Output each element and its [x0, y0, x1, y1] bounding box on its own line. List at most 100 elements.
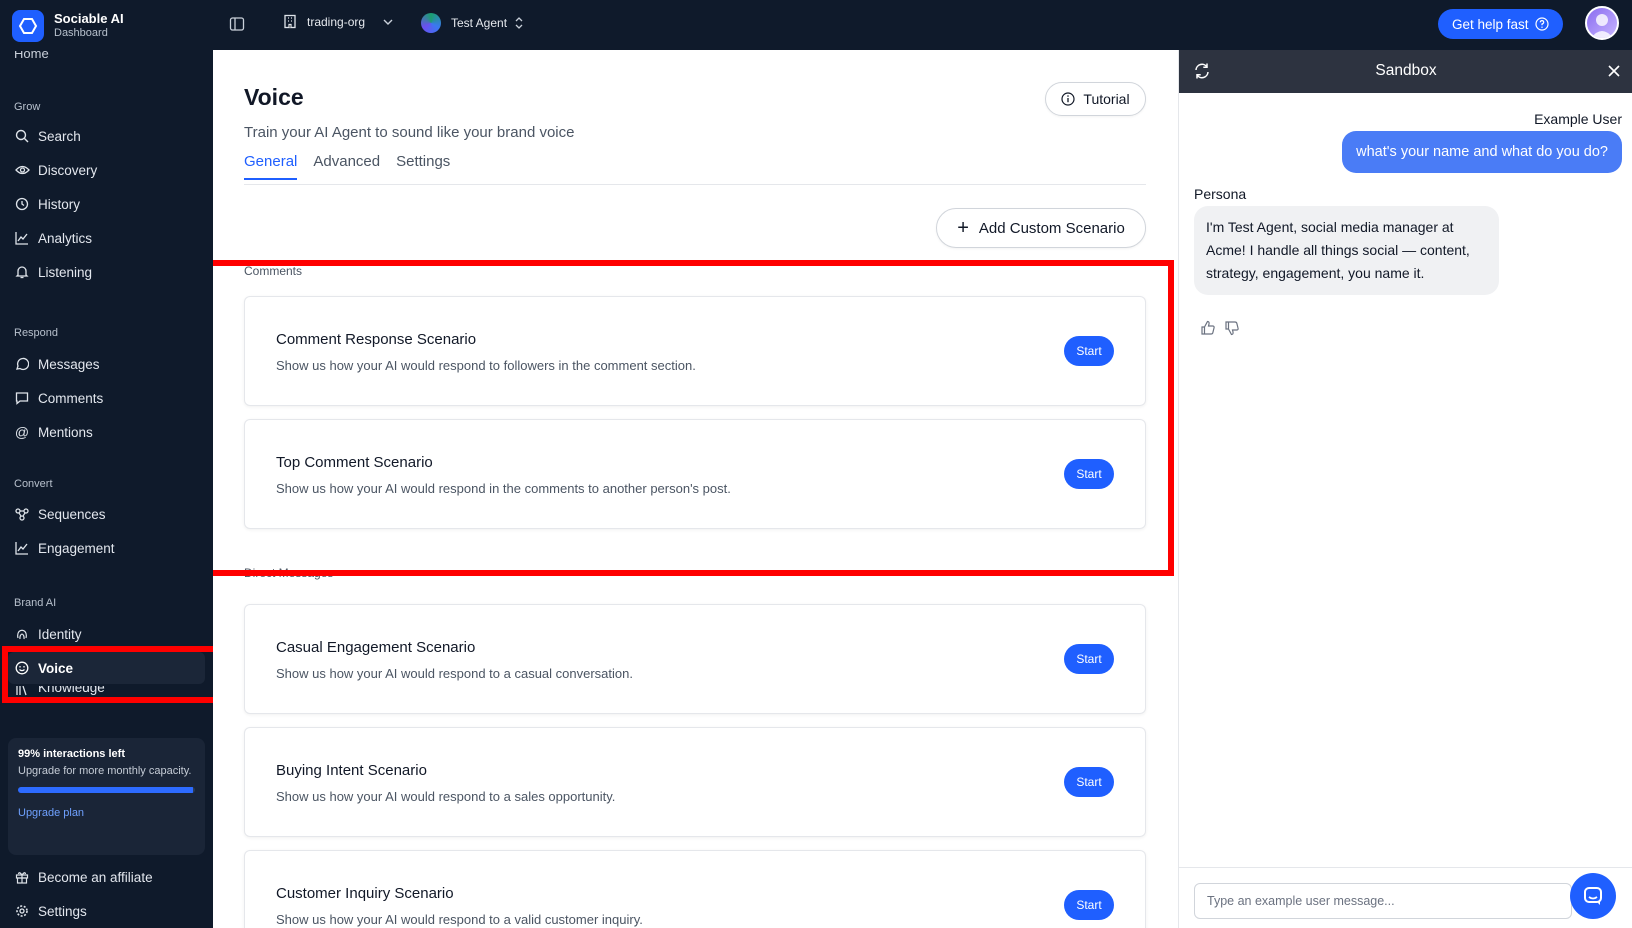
- sidebar-item-affiliate[interactable]: Become an affiliate: [8, 861, 205, 893]
- get-help-label: Get help fast: [1452, 16, 1529, 32]
- brand-logo-icon: [12, 10, 44, 42]
- tab-general[interactable]: General: [244, 153, 298, 180]
- sandbox-header: Sandbox: [1179, 50, 1632, 93]
- sidebar-item-search[interactable]: Search: [8, 120, 205, 152]
- sidebar-toggle-icon[interactable]: [229, 16, 245, 32]
- sidebar-item-label: Discovery: [38, 162, 98, 178]
- sidebar-item-comments[interactable]: Comments: [8, 382, 205, 414]
- brand-subtitle: Dashboard: [54, 27, 108, 40]
- chart-line-icon: [14, 230, 30, 246]
- search-icon: [14, 128, 30, 144]
- persona-message-bubble: I'm Test Agent, social media manager at …: [1194, 206, 1499, 295]
- highlight-box-voice: [2, 646, 222, 703]
- usage-progress-fill: [18, 787, 194, 794]
- page-subtitle: Train your AI Agent to sound like your b…: [244, 124, 575, 141]
- highlight-box-comments: [213, 260, 1174, 576]
- sidebar-item-label: Comments: [38, 390, 104, 406]
- sidebar-item-discovery[interactable]: Discovery: [8, 154, 205, 186]
- tutorial-button[interactable]: Tutorial: [1045, 82, 1146, 116]
- chart-line-icon: [14, 540, 30, 556]
- sidebar: Sociable AI Dashboard Home Grow Search D…: [0, 0, 222, 928]
- sidebar-item-settings[interactable]: Settings: [8, 895, 205, 927]
- upgrade-card: 99% interactions left Upgrade for more m…: [8, 738, 205, 855]
- scenario-title: Casual Engagement Scenario: [276, 639, 476, 656]
- help-circle-icon: [1534, 17, 1549, 31]
- brand[interactable]: Sociable AI Dashboard: [12, 10, 124, 42]
- tutorial-label: Tutorial: [1083, 91, 1130, 107]
- section-title-brand-ai: Brand AI: [14, 597, 57, 609]
- scenario-description: Show us how your AI would respond to a s…: [276, 789, 616, 804]
- tab-advanced[interactable]: Advanced: [313, 153, 380, 180]
- sidebar-item-label: Identity: [38, 626, 82, 642]
- top-bar: trading-org Test Agent Get help fast: [213, 0, 1632, 50]
- usage-progress-bar: [18, 787, 195, 794]
- section-title-convert: Convert: [14, 478, 53, 490]
- scenario-card: Casual Engagement Scenario Show us how y…: [244, 604, 1146, 714]
- fingerprint-icon: [14, 626, 30, 642]
- user-message-bubble: what's your name and what do you do?: [1342, 131, 1622, 173]
- page-title: Voice: [244, 84, 304, 110]
- user-avatar[interactable]: [1585, 6, 1619, 40]
- sidebar-item-engagement[interactable]: Engagement: [8, 532, 205, 564]
- bell-icon: [14, 264, 30, 280]
- upgrade-plan-link[interactable]: Upgrade plan: [18, 807, 195, 819]
- chevrons-up-down-icon: [515, 17, 523, 29]
- thumbs-down-icon[interactable]: [1224, 320, 1240, 336]
- tab-settings[interactable]: Settings: [396, 153, 450, 180]
- plus-icon: +: [957, 217, 969, 239]
- info-icon: [1061, 92, 1076, 106]
- sidebar-item-label: Messages: [38, 356, 100, 372]
- sidebar-item-sequences[interactable]: Sequences: [8, 498, 205, 530]
- chevron-down-icon: [383, 19, 393, 25]
- gear-icon: [14, 903, 30, 919]
- building-icon: [283, 14, 297, 29]
- agent-avatar: [421, 13, 441, 33]
- sidebar-item-mentions[interactable]: @ Mentions: [8, 416, 205, 448]
- org-name: trading-org: [307, 14, 366, 29]
- gift-icon: [14, 869, 30, 885]
- thumbs-up-icon[interactable]: [1200, 320, 1216, 336]
- example-message-input[interactable]: [1194, 883, 1572, 919]
- section-title-grow: Grow: [14, 101, 41, 113]
- agent-name: Test Agent: [451, 16, 508, 30]
- scenario-description: Show us how your AI would respond to a v…: [276, 912, 643, 927]
- sidebar-item-analytics[interactable]: Analytics: [8, 222, 205, 254]
- sidebar-item-label: Settings: [38, 903, 87, 919]
- sidebar-item-listening[interactable]: Listening: [8, 256, 205, 288]
- scenario-description: Show us how your AI would respond to a c…: [276, 666, 633, 681]
- sidebar-item-label: History: [38, 196, 81, 212]
- eye-icon: [14, 162, 30, 178]
- chat-icon: [1582, 885, 1604, 907]
- start-button[interactable]: Start: [1064, 767, 1114, 797]
- main-content: Voice Train your AI Agent to sound like …: [213, 50, 1178, 928]
- persona-label: Persona: [1194, 186, 1247, 202]
- sandbox-title: Sandbox: [1375, 62, 1437, 79]
- sidebar-item-label: Listening: [38, 264, 93, 280]
- tabs-divider: [244, 184, 1146, 185]
- add-custom-scenario-button[interactable]: + Add Custom Scenario: [936, 208, 1146, 248]
- chat-support-button[interactable]: [1570, 873, 1616, 919]
- sidebar-item-history[interactable]: History: [8, 188, 205, 220]
- at-sign-icon: @: [14, 424, 30, 440]
- scenario-card: Customer Inquiry Scenario Show us how yo…: [244, 850, 1146, 928]
- agent-switcher[interactable]: Test Agent: [421, 13, 523, 33]
- sidebar-item-label: Engagement: [38, 540, 115, 556]
- tabs: General Advanced Settings: [244, 153, 466, 180]
- close-icon[interactable]: [1605, 62, 1623, 80]
- sidebar-item-label: Search: [38, 128, 81, 144]
- start-button[interactable]: Start: [1064, 890, 1114, 920]
- get-help-button[interactable]: Get help fast: [1438, 9, 1563, 39]
- brand-name: Sociable AI: [54, 11, 124, 27]
- scenario-card: Buying Intent Scenario Show us how your …: [244, 727, 1146, 837]
- sidebar-item-label: Become an affiliate: [38, 869, 153, 885]
- sidebar-item-messages[interactable]: Messages: [8, 348, 205, 380]
- example-user-label: Example User: [1534, 111, 1622, 127]
- org-switcher[interactable]: trading-org: [283, 14, 393, 29]
- scenario-title: Buying Intent Scenario: [276, 762, 427, 779]
- upgrade-title: 99% interactions left: [18, 748, 125, 760]
- start-button[interactable]: Start: [1064, 644, 1114, 674]
- sidebar-item-label: Analytics: [38, 230, 93, 246]
- message-circle-icon: [14, 356, 30, 372]
- sidebar-item-label: Mentions: [38, 424, 93, 440]
- sidebar-item-home[interactable]: Home: [14, 51, 49, 63]
